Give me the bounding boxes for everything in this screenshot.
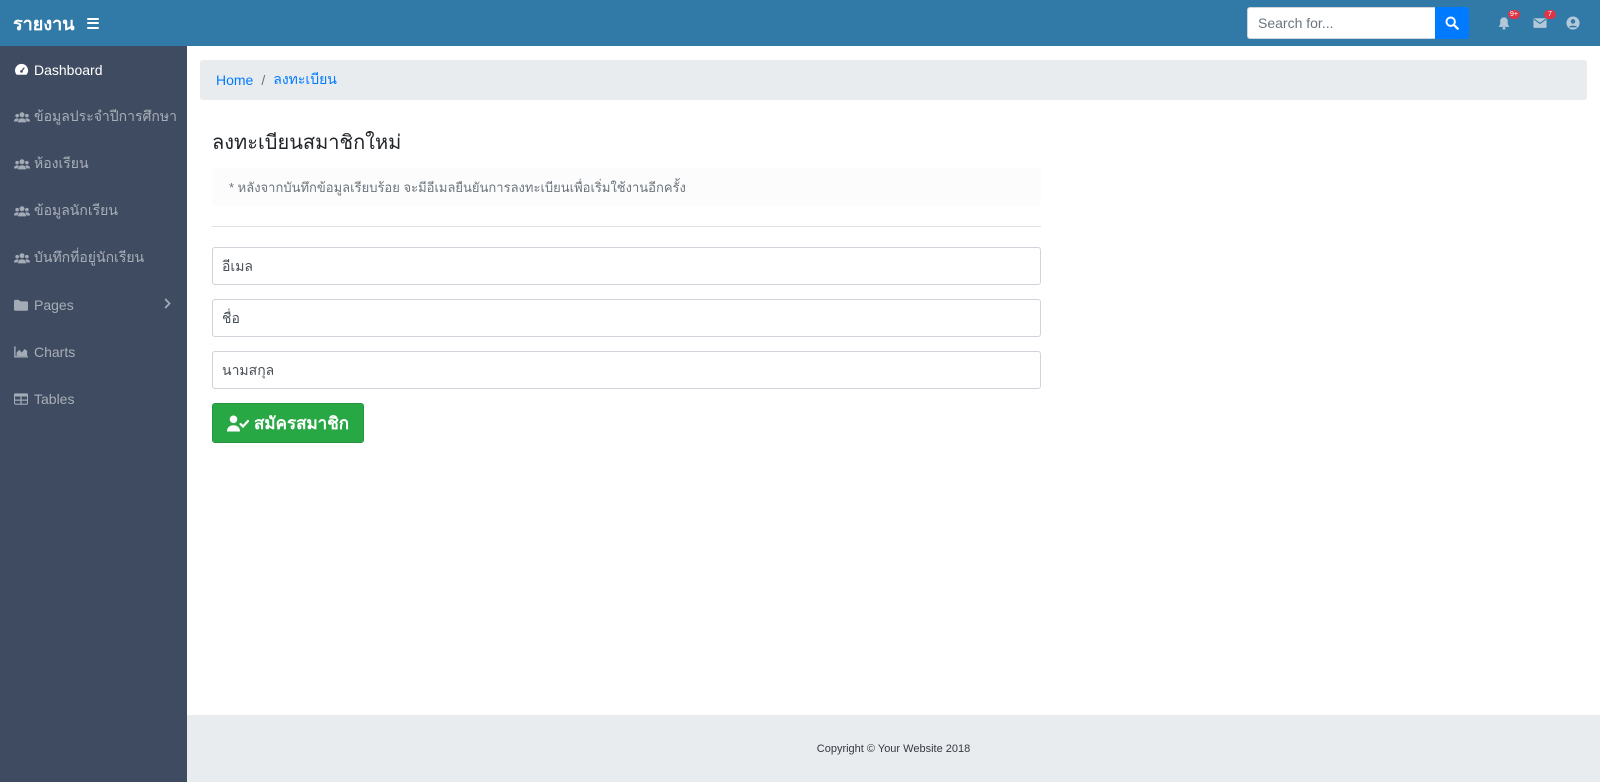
firstname-field[interactable]: [212, 299, 1041, 337]
user-check-icon: [227, 415, 249, 432]
search-input[interactable]: [1247, 7, 1435, 39]
sidebar-item-label: Pages: [34, 296, 74, 313]
sidebar-item-tables[interactable]: Tables: [0, 375, 187, 422]
breadcrumb-current: ลงทะเบียน: [273, 71, 337, 87]
users-icon: [14, 157, 30, 171]
sidebar-item-dashboard[interactable]: Dashboard: [0, 46, 187, 93]
search-button[interactable]: [1435, 7, 1469, 39]
users-icon: [14, 251, 30, 265]
brand-title[interactable]: รายงาน: [13, 9, 75, 38]
sidebar-item-label: Tables: [34, 390, 75, 407]
sidebar-item-student-address[interactable]: บันทึกที่อยู่นักเรียน: [0, 234, 187, 281]
chevron-right-icon: [164, 298, 171, 309]
top-navbar: รายงาน 9+ 7: [0, 0, 1600, 46]
footer: Copyright © Your Website 2018: [187, 715, 1600, 782]
envelope-icon: [1533, 18, 1547, 28]
users-icon: [14, 204, 30, 218]
table-icon: [14, 392, 30, 406]
email-field[interactable]: [212, 247, 1041, 285]
messages-badge: 7: [1544, 10, 1556, 19]
copyright-text: Copyright © Your Website 2018: [816, 742, 971, 755]
users-icon: [14, 110, 30, 124]
sidebar-item-label: บันทึกที่อยู่นักเรียน: [34, 248, 145, 265]
sidebar-item-label: ห้องเรียน: [34, 154, 89, 171]
sidebar-item-label: ข้อมูลนักเรียน: [34, 201, 118, 218]
breadcrumb-separator: /: [261, 72, 266, 88]
register-button-label: สมัครสมาชิก: [254, 413, 350, 433]
sidebar-item-academic-year[interactable]: ข้อมูลประจำปีการศึกษา: [0, 93, 187, 140]
registration-form: ลงทะเบียนสมาชิกใหม่ * หลังจากบันทึกข้อมู…: [212, 124, 1041, 443]
sidebar-item-label: ข้อมูลประจำปีการศึกษา: [34, 107, 177, 124]
page-title: ลงทะเบียนสมาชิกใหม่: [212, 132, 402, 154]
divider: [212, 226, 1041, 227]
sidebar-item-students[interactable]: ข้อมูลนักเรียน: [0, 187, 187, 234]
user-menu-button[interactable]: [1563, 13, 1583, 33]
sidebar-item-label: Charts: [34, 343, 76, 360]
sidebar: Dashboard ข้อมูลประจำปีการศึกษา ห้องเรีย…: [0, 46, 187, 782]
main-content: Home / ลงทะเบียน ลงทะเบียนสมาชิกใหม่ * ห…: [187, 46, 1600, 782]
registration-note: * หลังจากบันทึกข้อมูลเรียบร้อย จะมีอีเมล…: [212, 168, 1041, 206]
breadcrumb-home-link[interactable]: Home: [216, 72, 253, 88]
lastname-field[interactable]: [212, 351, 1041, 389]
sidebar-toggle-icon[interactable]: [86, 17, 99, 29]
notifications-button[interactable]: 9+: [1494, 10, 1520, 33]
sidebar-item-label: Dashboard: [34, 61, 103, 78]
breadcrumb: Home / ลงทะเบียน: [200, 60, 1587, 100]
sidebar-item-charts[interactable]: Charts: [0, 328, 187, 375]
dashboard-icon: [14, 63, 30, 77]
user-circle-icon: [1566, 16, 1580, 30]
register-button[interactable]: สมัครสมาชิก: [212, 403, 365, 443]
area-chart-icon: [14, 345, 30, 359]
search-form: [1247, 7, 1469, 39]
search-icon: [1445, 16, 1459, 30]
folder-icon: [14, 298, 30, 312]
sidebar-item-classroom[interactable]: ห้องเรียน: [0, 140, 187, 187]
sidebar-item-pages[interactable]: Pages: [0, 281, 187, 328]
messages-button[interactable]: 7: [1530, 10, 1556, 33]
notifications-badge: 9+: [1508, 10, 1520, 19]
